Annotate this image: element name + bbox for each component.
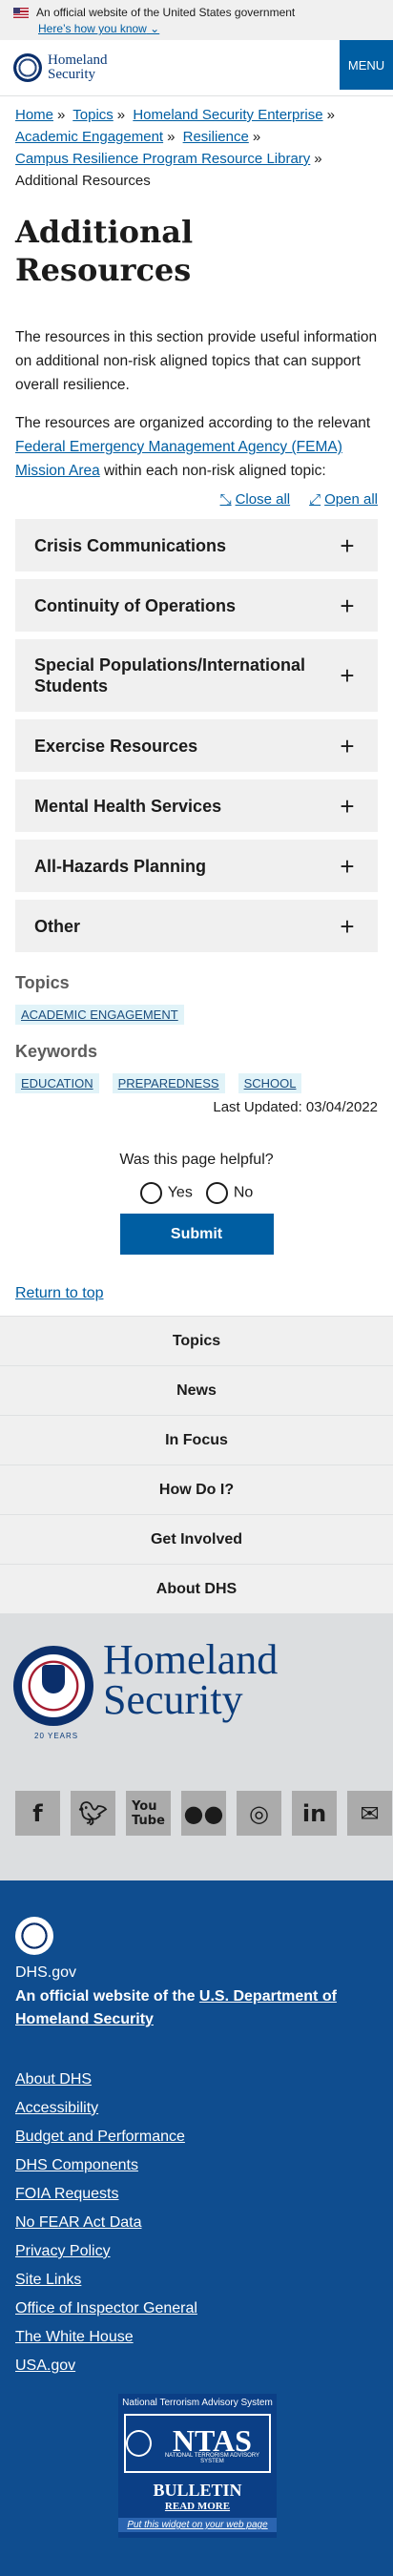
us-flag-icon bbox=[13, 7, 29, 18]
ntas-widget[interactable]: National Terrorism Advisory System NTAS … bbox=[118, 2394, 277, 2538]
linkedin-icon[interactable]: in bbox=[292, 1791, 337, 1836]
feedback-form: Was this page helpful? Yes No Submit bbox=[0, 1115, 393, 1255]
footer-link-about-dhs[interactable]: About DHS bbox=[15, 2066, 378, 2094]
social-links: f 🐦︎ You Tube ●● ◎ in ✉ bbox=[15, 1791, 392, 1836]
return-to-top: Return to top bbox=[0, 1255, 393, 1302]
footer-link-privacy[interactable]: Privacy Policy bbox=[15, 2237, 378, 2266]
breadcrumb-academic-engagement[interactable]: Academic Engagement bbox=[15, 129, 163, 145]
accordion-continuity-of-operations[interactable]: Continuity of Operations + bbox=[15, 579, 378, 632]
breadcrumb-campus-resilience-library[interactable]: Campus Resilience Program Resource Libra… bbox=[15, 151, 310, 167]
footer-link-foia[interactable]: FOIA Requests bbox=[15, 2180, 378, 2209]
footer-nav-topics[interactable]: Topics bbox=[0, 1316, 393, 1365]
footer-nav-news[interactable]: News bbox=[0, 1365, 393, 1415]
breadcrumb-current: Additional Resources bbox=[15, 173, 151, 189]
breadcrumb: Home» Topics» Homeland Security Enterpri… bbox=[15, 107, 335, 189]
ntas-bulletin: BULLETIN bbox=[153, 2481, 242, 2500]
topic-tag[interactable]: ACADEMIC ENGAGEMENT bbox=[15, 1005, 184, 1025]
footer-nav-get-involved[interactable]: Get Involved bbox=[0, 1514, 393, 1564]
footer-link-oig[interactable]: Office of Inspector General bbox=[15, 2295, 378, 2323]
site-logo[interactable]: Homeland Security bbox=[0, 53, 107, 82]
footer-link-budget[interactable]: Budget and Performance bbox=[15, 2123, 378, 2151]
close-all-link[interactable]: ⤡ Close all bbox=[220, 491, 291, 508]
logo-line2: Security bbox=[48, 67, 95, 82]
breadcrumb-home[interactable]: Home bbox=[15, 107, 53, 123]
twenty-years-label: 20 YEARS bbox=[34, 1732, 79, 1740]
accordion-controls: ⤡ Close all ⤢ Open all bbox=[0, 483, 393, 508]
dhs-seal-icon bbox=[15, 1917, 53, 1955]
ntas-seal-icon bbox=[126, 2430, 152, 2457]
expand-icon: ⤢ bbox=[309, 491, 321, 508]
footer-link-components[interactable]: DHS Components bbox=[15, 2151, 378, 2180]
official-website-text: An official website of the U.S. Departme… bbox=[15, 1988, 337, 2027]
instagram-icon[interactable]: ◎ bbox=[237, 1791, 281, 1836]
dhs-seal-icon bbox=[13, 53, 42, 82]
plus-icon: + bbox=[340, 851, 355, 881]
submit-button[interactable]: Submit bbox=[119, 1214, 274, 1255]
keywords-heading: Keywords bbox=[15, 1042, 98, 1061]
breadcrumb-resilience[interactable]: Resilience bbox=[183, 129, 249, 145]
yes-radio[interactable]: Yes bbox=[139, 1182, 193, 1204]
keyword-tag[interactable]: SCHOOL bbox=[238, 1073, 302, 1093]
accordion: Crisis Communications + Continuity of Ope… bbox=[0, 508, 393, 952]
footer-link-site-links[interactable]: Site Links bbox=[15, 2266, 378, 2295]
flickr-icon[interactable]: ●● bbox=[181, 1791, 226, 1836]
accordion-all-hazards-planning[interactable]: All-Hazards Planning + bbox=[15, 840, 378, 892]
return-to-top-link[interactable]: Return to top bbox=[15, 1285, 104, 1301]
footer-link-no-fear[interactable]: No FEAR Act Data bbox=[15, 2209, 378, 2237]
collapse-icon: ⤡ bbox=[219, 491, 232, 508]
breadcrumb-homeland-security-enterprise[interactable]: Homeland Security Enterprise bbox=[133, 107, 322, 123]
plus-icon: + bbox=[340, 731, 355, 760]
footer-brand: 20 YEARS Homeland Security f 🐦︎ You Tube … bbox=[0, 1613, 393, 1880]
accordion-other[interactable]: Other + bbox=[15, 900, 378, 952]
ntas-title: National Terrorism Advisory System bbox=[122, 2398, 273, 2408]
footer-link-usa-gov[interactable]: USA.gov bbox=[15, 2352, 378, 2380]
accordion-crisis-communications[interactable]: Crisis Communications + bbox=[15, 519, 378, 571]
ntas-read-more-link[interactable]: READ MORE bbox=[118, 2501, 277, 2512]
footer-nav: Topics News In Focus How Do I? Get Invol… bbox=[0, 1316, 393, 1613]
dhs-gov-label: DHS.gov bbox=[15, 1964, 77, 1981]
intro-paragraph-2: The resources are organized according to… bbox=[15, 415, 371, 479]
footer-nav-how-do-i[interactable]: How Do I? bbox=[0, 1465, 393, 1514]
intro: The resources in this section provide us… bbox=[0, 289, 393, 483]
keyword-tag[interactable]: EDUCATION bbox=[15, 1073, 99, 1093]
no-radio[interactable]: No bbox=[205, 1182, 253, 1204]
menu-button[interactable]: MENU bbox=[340, 40, 393, 90]
accordion-special-populations[interactable]: Special Populations/International Studen… bbox=[15, 639, 378, 712]
logo-line1: Homeland bbox=[48, 52, 108, 68]
plus-icon: + bbox=[340, 791, 355, 821]
site-header: Homeland Security MENU bbox=[0, 40, 393, 96]
twitter-icon[interactable]: 🐦︎ bbox=[71, 1791, 115, 1836]
last-updated: Last Updated: 03/04/2022 bbox=[213, 1099, 378, 1115]
keywords-section: Keywords EDUCATION PREPAREDNESS SCHOOL bbox=[0, 1025, 393, 1093]
footer-nav-in-focus[interactable]: In Focus bbox=[0, 1415, 393, 1465]
topics-heading: Topics bbox=[15, 973, 70, 992]
dhs-seal-logo[interactable] bbox=[13, 1646, 93, 1726]
facebook-icon[interactable]: f bbox=[15, 1791, 60, 1836]
gov-banner-text: An official website of the United States… bbox=[36, 6, 296, 19]
plus-icon: + bbox=[340, 591, 355, 620]
plus-icon: + bbox=[340, 661, 355, 690]
footer-link-white-house[interactable]: The White House bbox=[15, 2323, 378, 2352]
footer-link-accessibility[interactable]: Accessibility bbox=[15, 2094, 378, 2123]
accordion-mental-health-services[interactable]: Mental Health Services + bbox=[15, 779, 378, 832]
open-all-link[interactable]: ⤢ Open all bbox=[309, 491, 378, 508]
plus-icon: + bbox=[340, 530, 355, 560]
gov-banner: An official website of the United States… bbox=[0, 0, 393, 40]
page-title: Additional Resources bbox=[15, 214, 194, 288]
footer-identifier: DHS.gov An official website of the U.S. … bbox=[0, 1880, 393, 2576]
feedback-question: Was this page helpful? bbox=[119, 1152, 274, 1168]
footer-brand-wordmark: Homeland Security bbox=[103, 1636, 279, 1723]
footer-nav-about-dhs[interactable]: About DHS bbox=[0, 1564, 393, 1613]
email-icon[interactable]: ✉ bbox=[347, 1791, 392, 1836]
topics-section: Topics ACADEMIC ENGAGEMENT bbox=[0, 952, 393, 1025]
accordion-exercise-resources[interactable]: Exercise Resources + bbox=[15, 719, 378, 772]
breadcrumb-topics[interactable]: Topics bbox=[72, 107, 114, 123]
footer-links: About DHS Accessibility Budget and Perfo… bbox=[15, 2066, 378, 2380]
intro-paragraph-1: The resources in this section provide us… bbox=[15, 329, 378, 393]
keyword-tag[interactable]: PREPAREDNESS bbox=[112, 1073, 225, 1093]
plus-icon: + bbox=[340, 911, 355, 941]
ntas-logo: NTAS NATIONAL TERRORISM ADVISORY SYSTEM bbox=[124, 2414, 271, 2473]
youtube-icon[interactable]: You Tube bbox=[126, 1791, 171, 1836]
heres-how-you-know-link[interactable]: Here’s how you know ⌄ bbox=[38, 22, 380, 35]
